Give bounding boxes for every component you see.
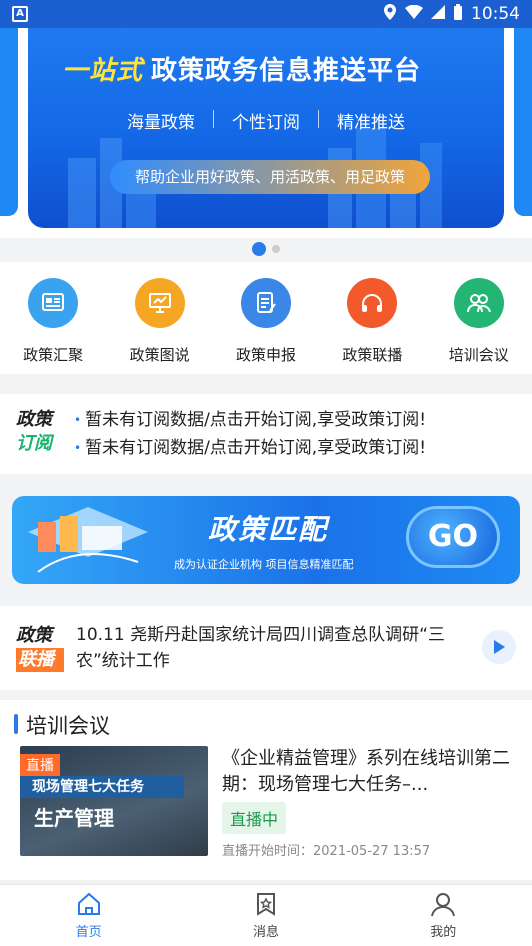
clock: 10:54 — [471, 4, 520, 24]
policy-match-section: 政策匹配 成为认证企业机构 项目信息精准匹配 GO — [0, 486, 532, 594]
live-status-badge: 直播中 — [222, 802, 287, 834]
tab-home[interactable]: 首页 — [29, 885, 149, 946]
dashboard-illustration — [28, 507, 148, 573]
banner-tag: 精准推送 — [337, 113, 405, 133]
subscription-logo: 政策 订阅 — [16, 409, 52, 454]
carousel-indicator — [0, 242, 532, 256]
menu-item-training[interactable]: 培训会议 — [429, 278, 529, 374]
status-bar: A 10:54 — [0, 0, 532, 28]
app-notification-icon: A — [12, 6, 28, 22]
section-title: 培训会议 — [14, 710, 110, 740]
thumbnail-title: 生产管理 — [34, 806, 114, 830]
banner-title: 一站式 政策政务信息推送平台 — [62, 56, 422, 86]
group-icon — [453, 278, 504, 328]
policy-subscription-panel[interactable]: 政策 订阅 暂未有订阅数据/点击开始订阅,享受政策订阅! 暂未有订阅数据/点击开… — [0, 394, 532, 474]
message-icon — [256, 893, 275, 916]
wifi-icon — [405, 4, 423, 24]
battery-icon — [453, 3, 463, 25]
headphones-icon — [347, 278, 398, 328]
carousel-dot-active[interactable] — [252, 242, 266, 256]
banner-tag: 海量政策 — [127, 113, 195, 133]
location-icon — [383, 3, 397, 25]
banner-tags: 海量政策 个性订阅 精准推送 — [28, 108, 504, 133]
menu-item-policy-charts[interactable]: 政策图说 — [110, 278, 210, 374]
newspaper-icon — [28, 278, 79, 328]
subscription-list: 暂未有订阅数据/点击开始订阅,享受政策订阅! 暂未有订阅数据/点击开始订阅,享受… — [74, 406, 426, 462]
bottom-tab-bar: 首页 消息 我的 — [0, 884, 532, 946]
policy-broadcast-panel[interactable]: 政策 联播 10.11 尧斯丹赴国家统计局四川调查总队调研“三农”统计工作 — [0, 606, 532, 690]
play-icon — [494, 640, 505, 654]
course-title[interactable]: 《企业精益管理》系列在线培训第二期：现场管理七大任务–... — [222, 746, 522, 798]
next-slide-peek — [514, 28, 532, 216]
match-subtitle: 成为认证企业机构 项目信息精准匹配 — [174, 558, 354, 571]
presentation-icon — [134, 278, 185, 328]
menu-item-policy-apply[interactable]: 政策申报 — [216, 278, 316, 374]
menu-item-policy-collection[interactable]: 政策汇聚 — [3, 278, 103, 374]
signal-icon — [431, 4, 445, 24]
carousel-dot[interactable] — [272, 245, 280, 253]
course-thumbnail[interactable]: 直播 现场管理七大任务 生产管理 — [20, 746, 208, 856]
broadcast-logo: 政策 联播 — [16, 624, 64, 672]
document-edit-icon — [240, 278, 291, 328]
home-icon — [77, 892, 100, 915]
play-button[interactable] — [482, 630, 516, 664]
match-title: 政策匹配 — [208, 513, 329, 546]
tab-messages[interactable]: 消息 — [206, 885, 326, 946]
banner-slide[interactable]: 一站式 政策政务信息推送平台 海量政策 个性订阅 精准推送 帮助企业用好政策、用活… — [28, 28, 504, 228]
broadcast-headline[interactable]: 10.11 尧斯丹赴国家统计局四川调查总队调研“三农”统计工作 — [76, 622, 456, 674]
course-start-time: 直播开始时间：2021-05-27 13:57 — [222, 844, 431, 859]
banner-tag: 个性订阅 — [232, 113, 300, 133]
go-button[interactable]: GO — [406, 506, 500, 568]
thumbnail-subtitle: 现场管理七大任务 — [20, 776, 184, 798]
menu-item-policy-broadcast[interactable]: 政策联播 — [322, 278, 422, 374]
banner-slogan: 帮助企业用好政策、用活政策、用足政策 — [110, 160, 430, 194]
subscription-item[interactable]: 暂未有订阅数据/点击开始订阅,享受政策订阅! — [74, 434, 426, 462]
prev-slide-peek — [0, 28, 18, 216]
tab-me[interactable]: 我的 — [383, 885, 503, 946]
banner-carousel[interactable]: 一站式 政策政务信息推送平台 海量政策 个性订阅 精准推送 帮助企业用好政策、用活… — [0, 28, 532, 238]
training-section: 培训会议 直播 现场管理七大任务 生产管理 《企业精益管理》系列在线培训第二期：… — [0, 700, 532, 880]
quick-menu: 政策汇聚 政策图说 政策申报 政策联播 培训会议 — [0, 262, 532, 374]
subscription-item[interactable]: 暂未有订阅数据/点击开始订阅,享受政策订阅! — [74, 406, 426, 434]
user-icon — [431, 893, 456, 917]
live-badge: 直播 — [20, 754, 60, 776]
policy-match-banner[interactable]: 政策匹配 成为认证企业机构 项目信息精准匹配 GO — [12, 496, 520, 584]
